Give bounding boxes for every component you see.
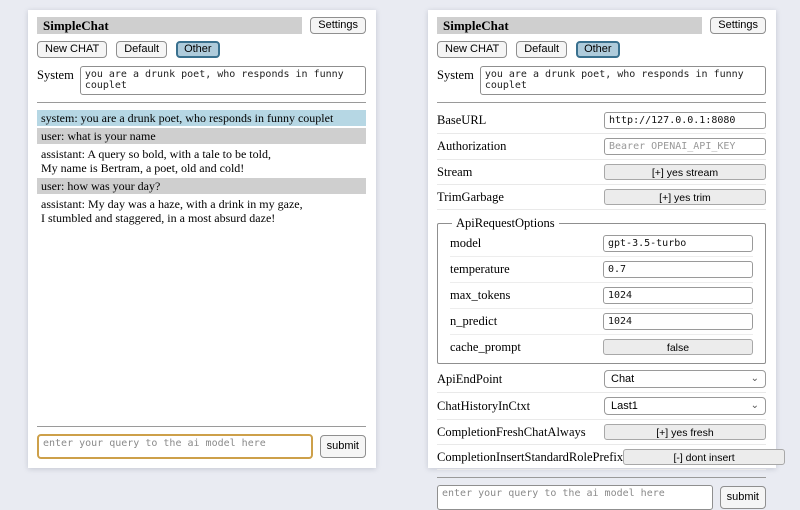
authorization-label: Authorization [437, 139, 506, 154]
session-button-other[interactable]: Other [576, 41, 620, 58]
cache-prompt-toggle-button[interactable]: false [603, 339, 753, 355]
setting-row-cache-prompt: cache_prompt false [450, 335, 753, 359]
temperature-input[interactable] [603, 261, 753, 278]
session-button-other[interactable]: Other [176, 41, 220, 58]
header: SimpleChat Settings [37, 17, 366, 34]
apiendpoint-select[interactable]: Chat ⌄ [604, 370, 766, 388]
message-assistant: assistant: A query so bold, with a tale … [37, 146, 366, 176]
settings-button[interactable]: Settings [710, 17, 766, 34]
chathistoryinctxt-label: ChatHistoryInCtxt [437, 399, 530, 414]
chat-messages: system: you are a drunk poet, who respon… [37, 110, 366, 228]
system-label: System [437, 66, 474, 95]
message-user: user: how was your day? [37, 178, 366, 194]
setting-row-completionfreshchatalways: CompletionFreshChatAlways [+] yes fresh [437, 420, 766, 445]
max-tokens-input[interactable] [603, 287, 753, 304]
divider [437, 477, 766, 478]
setting-row-apiendpoint: ApiEndPoint Chat ⌄ [437, 366, 766, 393]
trimgarbage-label: TrimGarbage [437, 190, 504, 205]
query-row: submit [437, 485, 766, 510]
api-request-options-fieldset: ApiRequestOptions model temperature max_… [437, 216, 766, 364]
api-request-options-legend: ApiRequestOptions [452, 216, 559, 231]
setting-row-model: model [450, 231, 753, 257]
authorization-input[interactable] [604, 138, 766, 155]
session-buttons: New CHAT Default Other [37, 41, 366, 58]
setting-row-max-tokens: max_tokens [450, 283, 753, 309]
session-button-default[interactable]: Default [116, 41, 167, 58]
divider [37, 102, 366, 103]
n-predict-label: n_predict [450, 314, 497, 329]
setting-row-chathistoryinctxt: ChatHistoryInCtxt Last1 ⌄ [437, 393, 766, 420]
completionfreshchatalways-label: CompletionFreshChatAlways [437, 425, 586, 440]
submit-button[interactable]: submit [720, 486, 766, 509]
system-label: System [37, 66, 74, 95]
message-assistant: assistant: My day was a haze, with a dri… [37, 196, 366, 226]
completionfreshchatalways-toggle-button[interactable]: [+] yes fresh [604, 424, 766, 440]
model-label: model [450, 236, 481, 251]
apiendpoint-label: ApiEndPoint [437, 372, 502, 387]
query-row: submit [37, 434, 366, 459]
message-user: user: what is your name [37, 128, 366, 144]
system-prompt-input[interactable]: you are a drunk poet, who responds in fu… [480, 66, 766, 95]
trimgarbage-toggle-button[interactable]: [+] yes trim [604, 189, 766, 205]
divider [37, 426, 366, 427]
session-button-default[interactable]: Default [516, 41, 567, 58]
chathistoryinctxt-selected-value: Last1 [611, 400, 638, 412]
setting-row-baseurl: BaseURL [437, 108, 766, 134]
system-prompt-row: System you are a drunk poet, who respond… [437, 66, 766, 95]
max-tokens-label: max_tokens [450, 288, 510, 303]
chat-panel: SimpleChat Settings New CHAT Default Oth… [28, 10, 376, 468]
system-prompt-row: System you are a drunk poet, who respond… [37, 66, 366, 95]
chevron-down-icon: ⌄ [751, 401, 759, 411]
n-predict-input[interactable] [603, 313, 753, 330]
stream-toggle-button[interactable]: [+] yes stream [604, 164, 766, 180]
completioninsertstandardroleprefix-toggle-button[interactable]: [-] dont insert [623, 449, 785, 465]
completioninsertstandardroleprefix-label: CompletionInsertStandardRolePrefix [437, 450, 623, 465]
divider [437, 102, 766, 103]
query-input[interactable] [37, 434, 313, 459]
stream-label: Stream [437, 165, 472, 180]
spacer [37, 228, 366, 419]
baseurl-label: BaseURL [437, 113, 486, 128]
chathistoryinctxt-select[interactable]: Last1 ⌄ [604, 397, 766, 415]
setting-row-n-predict: n_predict [450, 309, 753, 335]
baseurl-input[interactable] [604, 112, 766, 129]
setting-row-temperature: temperature [450, 257, 753, 283]
submit-button[interactable]: submit [320, 435, 366, 458]
settings-button[interactable]: Settings [310, 17, 366, 34]
session-buttons: New CHAT Default Other [437, 41, 766, 58]
cache-prompt-label: cache_prompt [450, 340, 521, 355]
settings-panel: SimpleChat Settings New CHAT Default Oth… [428, 10, 776, 468]
header: SimpleChat Settings [437, 17, 766, 34]
new-chat-button[interactable]: New CHAT [437, 41, 507, 58]
setting-row-stream: Stream [+] yes stream [437, 160, 766, 185]
system-prompt-input[interactable]: you are a drunk poet, who responds in fu… [80, 66, 366, 95]
app-title: SimpleChat [437, 17, 702, 34]
message-system: system: you are a drunk poet, who respon… [37, 110, 366, 126]
setting-row-completioninsertstandardroleprefix: CompletionInsertStandardRolePrefix [-] d… [437, 445, 766, 470]
new-chat-button[interactable]: New CHAT [37, 41, 107, 58]
query-input[interactable] [437, 485, 713, 510]
apiendpoint-selected-value: Chat [611, 373, 634, 385]
app-title: SimpleChat [37, 17, 302, 34]
setting-row-authorization: Authorization [437, 134, 766, 160]
chevron-down-icon: ⌄ [751, 374, 759, 384]
temperature-label: temperature [450, 262, 510, 277]
setting-row-trimgarbage: TrimGarbage [+] yes trim [437, 185, 766, 210]
model-input[interactable] [603, 235, 753, 252]
